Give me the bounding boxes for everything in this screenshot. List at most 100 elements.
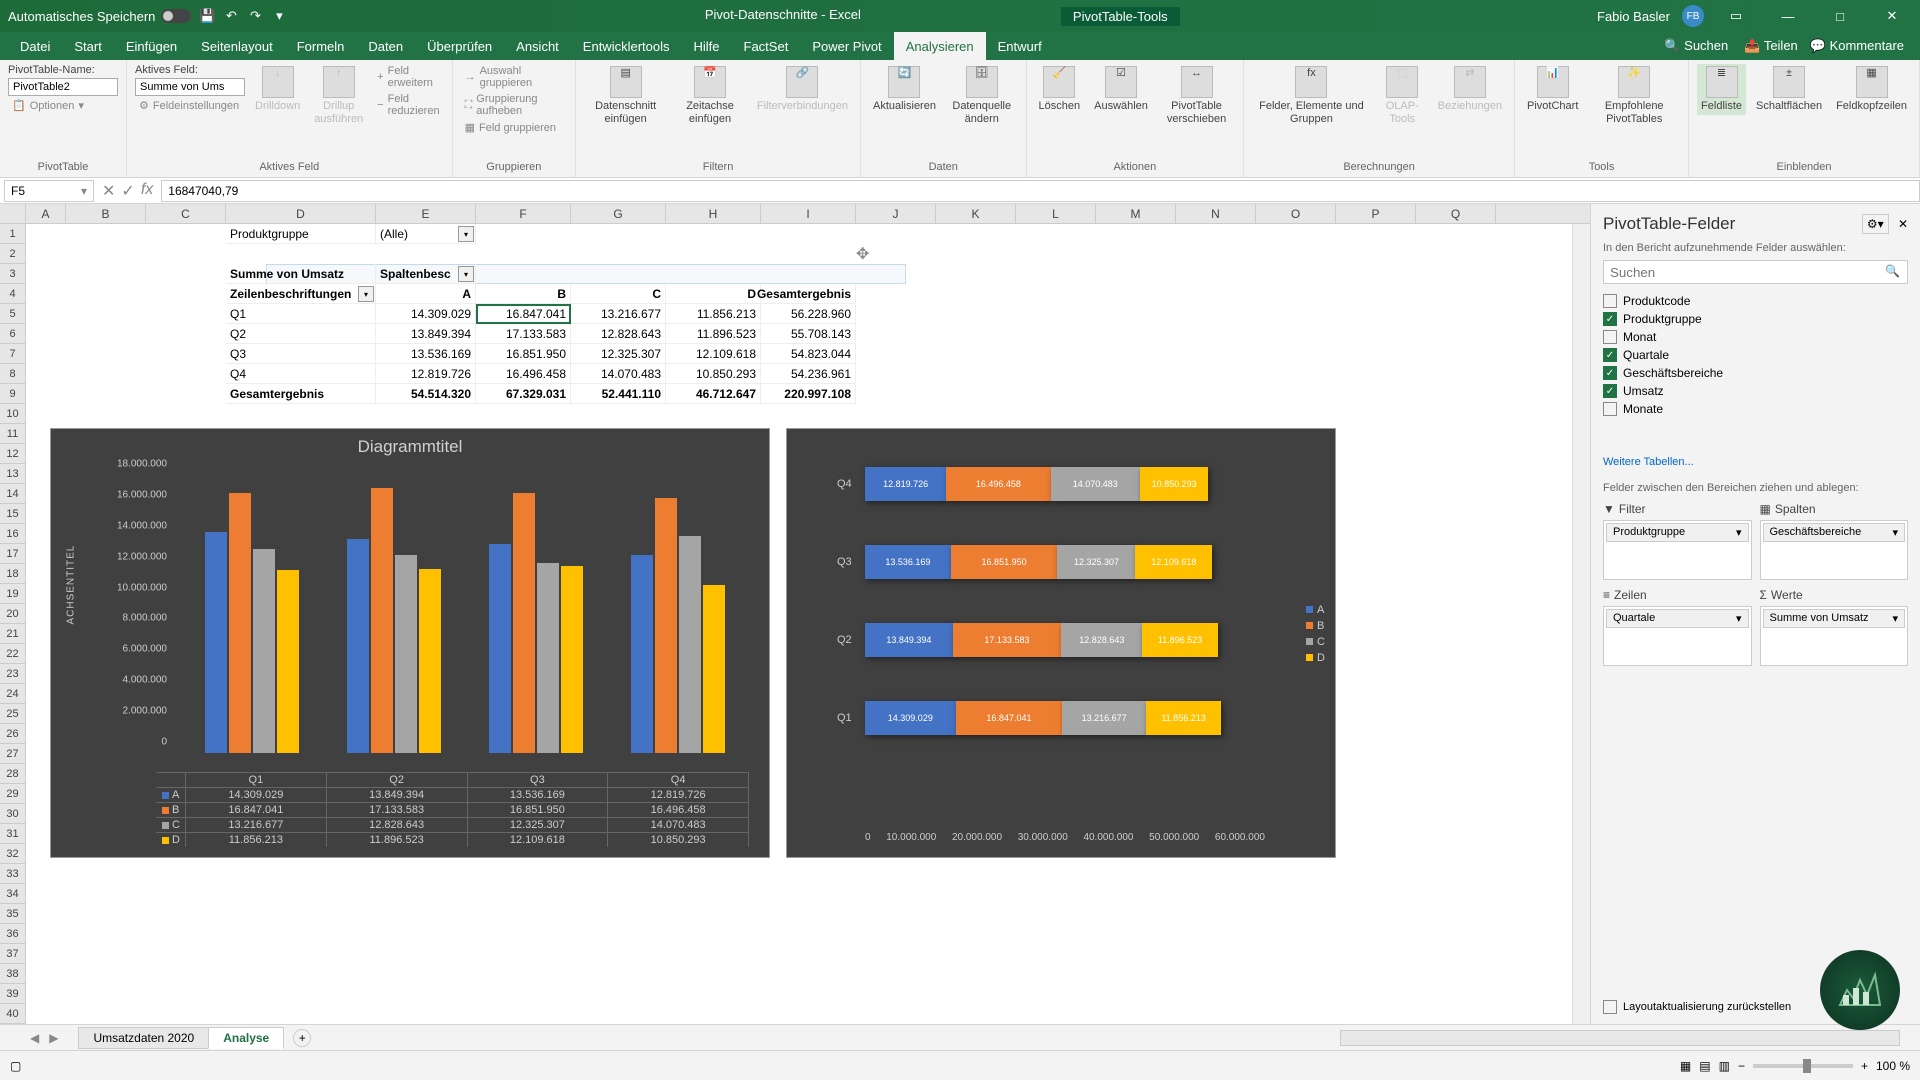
cancel-formula-icon[interactable]: ✕	[102, 181, 115, 201]
cell[interactable]: 13.536.169	[376, 344, 476, 364]
tab-hilfe[interactable]: Hilfe	[682, 32, 732, 60]
cell[interactable]: Gesamtergebnis	[226, 384, 376, 404]
col-header[interactable]: N	[1176, 204, 1256, 223]
row-header[interactable]: 40	[0, 1004, 26, 1024]
bar-segment[interactable]: 11.856.213	[1146, 701, 1221, 735]
column-chart[interactable]: Diagrammtitel ACHSENTITEL 02.000.0004.00…	[50, 428, 770, 858]
bar-segment[interactable]: 16.847.041	[956, 701, 1063, 735]
select-button[interactable]: ☑Auswählen	[1090, 64, 1152, 115]
field-checkbox-umsatz[interactable]: ✓Umsatz	[1603, 382, 1908, 400]
row-header[interactable]: 18	[0, 564, 26, 584]
name-box[interactable]: F5 ▾	[4, 180, 94, 202]
columns-item[interactable]: Geschäftsbereiche▾	[1763, 523, 1906, 542]
cell[interactable]: Q4	[226, 364, 376, 384]
relationships-button[interactable]: ⇄Beziehungen	[1434, 64, 1506, 115]
vertical-scrollbar[interactable]	[1572, 224, 1590, 1024]
row-header[interactable]: 10	[0, 404, 26, 424]
cell[interactable]: Zeilenbeschriftungen	[226, 284, 376, 304]
tab-start[interactable]: Start	[62, 32, 113, 60]
cell[interactable]: 12.325.307	[571, 344, 666, 364]
olap-tools-button[interactable]: ⬚OLAP-Tools	[1377, 64, 1428, 128]
row-header[interactable]: 35	[0, 904, 26, 924]
bar-segment[interactable]: 13.216.677	[1062, 701, 1146, 735]
add-sheet-button[interactable]: +	[293, 1029, 311, 1047]
row-header[interactable]: 26	[0, 724, 26, 744]
bar-segment[interactable]: 12.325.307	[1057, 545, 1135, 579]
column-dropdown-icon[interactable]: ▾	[458, 266, 474, 282]
row-header[interactable]: 16	[0, 524, 26, 544]
field-checkbox-quartale[interactable]: ✓Quartale	[1603, 346, 1908, 364]
row-header[interactable]: 22	[0, 644, 26, 664]
cell[interactable]: Q1	[226, 304, 376, 324]
options-button[interactable]: 📋 Optionen ▾	[8, 98, 88, 113]
insert-slicer-button[interactable]: ▤Datenschnitt einfügen	[584, 64, 667, 128]
more-tables-link[interactable]: Weitere Tabellen...	[1603, 456, 1908, 468]
field-search-input[interactable]	[1603, 260, 1908, 284]
tab-seitenlayout[interactable]: Seitenlayout	[189, 32, 285, 60]
row-header[interactable]: 28	[0, 764, 26, 784]
row-header[interactable]: 12	[0, 444, 26, 464]
row-header[interactable]: 23	[0, 664, 26, 684]
ungroup-button[interactable]: ⛶ Gruppierung aufheben	[461, 92, 568, 118]
drilldown-button[interactable]: ↓Drilldown	[251, 64, 304, 115]
bar[interactable]	[347, 539, 369, 753]
cell[interactable]: 14.070.483	[571, 364, 666, 384]
view-normal-icon[interactable]: ▦	[1680, 1059, 1691, 1073]
cell[interactable]: 46.712.647	[666, 384, 761, 404]
row-header[interactable]: 36	[0, 924, 26, 944]
sheet-tab[interactable]: Analyse	[208, 1027, 284, 1049]
row-header[interactable]: 5	[0, 304, 26, 324]
record-macro-icon[interactable]: ▢	[10, 1059, 21, 1073]
row-header[interactable]: 39	[0, 984, 26, 1004]
col-header[interactable]: I	[761, 204, 856, 223]
bar[interactable]	[489, 544, 511, 753]
bar[interactable]	[631, 555, 653, 753]
cell[interactable]: 16.496.458	[476, 364, 571, 384]
row-header[interactable]: 27	[0, 744, 26, 764]
cell[interactable]: 16.851.950	[476, 344, 571, 364]
cell[interactable]: 12.828.643	[571, 324, 666, 344]
fx-icon[interactable]: fx	[141, 181, 153, 201]
cell[interactable]: 11.856.213	[666, 304, 761, 324]
col-header[interactable]: C	[146, 204, 226, 223]
bar[interactable]	[655, 498, 677, 753]
buttons-toggle-button[interactable]: ±Schaltflächen	[1752, 64, 1826, 115]
bar[interactable]	[253, 549, 275, 753]
field-settings-button[interactable]: ⚙ Feldeinstellungen	[135, 98, 245, 113]
bar[interactable]	[513, 493, 535, 753]
filter-drop-area[interactable]: Produktgruppe▾	[1603, 520, 1752, 580]
pivotchart-button[interactable]: 📊PivotChart	[1523, 64, 1582, 115]
col-header[interactable]: M	[1096, 204, 1176, 223]
row-header[interactable]: 14	[0, 484, 26, 504]
row-header[interactable]: 1	[0, 224, 26, 244]
bar[interactable]	[205, 532, 227, 753]
sheet-tab[interactable]: Umsatzdaten 2020	[78, 1027, 209, 1049]
cell[interactable]: Summe von Umsatz	[226, 264, 376, 284]
col-header[interactable]: O	[1256, 204, 1336, 223]
bar[interactable]	[679, 536, 701, 753]
row-header[interactable]: 31	[0, 824, 26, 844]
row-header[interactable]: 25	[0, 704, 26, 724]
values-drop-area[interactable]: Summe von Umsatz▾	[1760, 606, 1909, 666]
col-header[interactable]: E	[376, 204, 476, 223]
row-header[interactable]: 2	[0, 244, 26, 264]
sheet-nav-prev-icon[interactable]: ◀	[30, 1031, 39, 1045]
tab-datei[interactable]: Datei	[8, 32, 62, 60]
formula-input[interactable]: 16847040,79	[161, 180, 1920, 202]
row-header[interactable]: 17	[0, 544, 26, 564]
fieldlist-button[interactable]: ≣Feldliste	[1697, 64, 1746, 115]
cell[interactable]: C	[571, 284, 666, 304]
autosave-toggle[interactable]: Automatisches Speichern	[8, 9, 191, 24]
drillup-button[interactable]: ↑Drillup ausführen	[310, 64, 367, 128]
zoom-slider[interactable]	[1753, 1064, 1853, 1068]
col-header[interactable]: K	[936, 204, 1016, 223]
redo-icon[interactable]: ↷	[247, 8, 263, 24]
row-header[interactable]: 9	[0, 384, 26, 404]
row-header[interactable]: 37	[0, 944, 26, 964]
row-header[interactable]: 11	[0, 424, 26, 444]
cell[interactable]: 17.133.583	[476, 324, 571, 344]
row-header[interactable]: 8	[0, 364, 26, 384]
search-button[interactable]: 🔍 Suchen	[1664, 38, 1728, 54]
row-header[interactable]: 33	[0, 864, 26, 884]
field-checkbox-produktgruppe[interactable]: ✓Produktgruppe	[1603, 310, 1908, 328]
